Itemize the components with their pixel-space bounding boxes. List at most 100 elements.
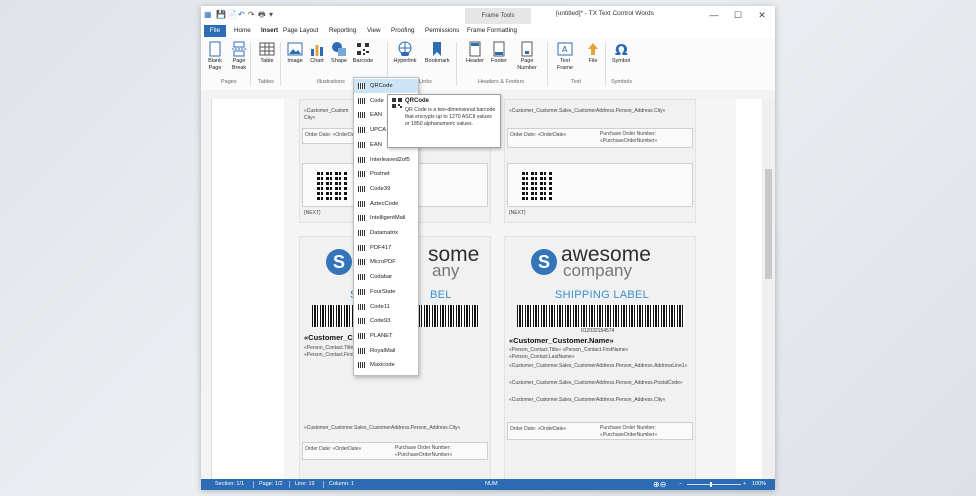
contact-field: «Person_Contact.Title» «Person_Contact.F…: [509, 347, 629, 353]
barcode-type-icon: [358, 274, 365, 281]
barcode-menu-item-code93[interactable]: Code93: [354, 314, 418, 328]
header-button[interactable]: Header: [463, 41, 487, 65]
barcode-type-icon: [358, 347, 365, 354]
tab-frame-formatting[interactable]: Frame Formatting: [467, 25, 517, 37]
barcode-menu-item-codabar[interactable]: Codabar: [354, 270, 418, 284]
file-icon: [588, 43, 598, 55]
purchase-order-field: Purchase Order Number: «PurchaseOrderNum…: [395, 445, 453, 458]
logo-text-company: company: [563, 261, 632, 280]
group-separator: [547, 42, 548, 86]
zoom-level[interactable]: 100%: [752, 479, 766, 490]
barcode-type-icon: [358, 332, 365, 339]
barcode-menu-item-pdf417[interactable]: PDF417: [354, 241, 418, 255]
barcode-menu-item-code11[interactable]: Code11: [354, 300, 418, 314]
tab-proofing[interactable]: Proofing: [391, 25, 414, 37]
order-date-field: Order Date: «OrderDate»: [510, 426, 567, 432]
tab-home[interactable]: Home: [234, 25, 251, 37]
barcode-icon: [356, 42, 370, 56]
vertical-scrollbar[interactable]: [762, 99, 775, 479]
qrcode-icon: [392, 98, 402, 108]
barcode-menu-item-fourstate[interactable]: FourState: [354, 285, 418, 299]
tab-file[interactable]: File: [204, 25, 226, 37]
zoom-out-icon[interactable]: −: [679, 479, 682, 490]
app-window: ▦ 💾 📄 ↶ ↷ 🖶 ▾ Frame Tools [untitled]* - …: [201, 6, 775, 490]
image-button[interactable]: Image: [283, 41, 307, 65]
table-button[interactable]: Table: [255, 41, 279, 65]
barcode-menu-item-micropdf[interactable]: MicroPDF: [354, 255, 418, 269]
barcode-menu-item-royalmail[interactable]: RoyalMail: [354, 344, 418, 358]
tab-permissions[interactable]: Permissions: [425, 25, 459, 37]
barcode-menu-item-qrcode[interactable]: QRCode: [354, 79, 418, 94]
tab-page-layout[interactable]: Page Layout: [283, 25, 318, 37]
hyperlink-button[interactable]: Hyperlink: [393, 41, 417, 65]
barcode-menu-item-label: PDF417: [370, 244, 392, 251]
city-field: «Customer_Customer.Sales_CustomerAddress…: [304, 425, 461, 431]
status-line: Line: 19: [295, 481, 315, 487]
barcode-type-icon: [358, 156, 365, 163]
group-separator: [605, 42, 606, 86]
barcode-menu-item-postnet[interactable]: Postnet: [354, 167, 418, 181]
customize-quick-access-icon[interactable]: ▾: [269, 10, 273, 20]
shape-button[interactable]: Shape: [327, 41, 351, 65]
close-button[interactable]: ✕: [751, 8, 773, 22]
chart-button[interactable]: Chart: [305, 41, 329, 65]
scrollbar-thumb[interactable]: [765, 169, 772, 279]
barcode-menu-item-datamatrix[interactable]: Datamatrix: [354, 226, 418, 240]
file-button[interactable]: File: [581, 41, 605, 65]
barcode-type-icon: [358, 259, 365, 266]
barcode-type-icon: [358, 200, 365, 207]
barcode-menu-item-label: Code: [370, 97, 384, 104]
group-label-tables: Tables: [258, 79, 274, 85]
menu-bar: File Home Insert Page Layout Reporting V…: [201, 24, 775, 38]
zoom-slider-thumb[interactable]: [710, 482, 712, 487]
tab-reporting[interactable]: Reporting: [329, 25, 356, 37]
barcode-menu-item-label: EAN: [370, 112, 382, 119]
barcode-menu-item-intelligentmail[interactable]: IntelligentMail: [354, 211, 418, 225]
barcode-menu-item-maxicode[interactable]: Maxicode: [354, 358, 418, 372]
print-icon[interactable]: 🖶: [258, 10, 266, 20]
chart-icon: [311, 45, 323, 56]
barcode-menu-item-planet[interactable]: PLANET: [354, 329, 418, 343]
bookmark-icon: [433, 42, 441, 56]
tab-view[interactable]: View: [367, 25, 381, 37]
barcode-type-icon: [358, 112, 365, 119]
order-info-box: Order Date: «OrderDate» Purchase Order N…: [507, 422, 693, 440]
barcode-type-icon: [358, 288, 365, 295]
barcode-menu-item-azteccode[interactable]: AztecCode: [354, 197, 418, 211]
barcode-number: 012032154574: [581, 328, 615, 334]
blank-page-button[interactable]: Blank Page: [203, 41, 227, 71]
minimize-button[interactable]: —: [703, 8, 725, 22]
address-field: «Customer_Customer.Sales_CustomerAddress…: [509, 108, 666, 114]
zoom-slider[interactable]: [687, 484, 741, 485]
text-frame-button[interactable]: A Text Frame: [553, 41, 577, 71]
symbol-button[interactable]: Ω Symbol: [609, 41, 633, 65]
bookmark-button[interactable]: Bookmark: [425, 41, 450, 65]
barcode-menu-item-label: Codabar: [370, 274, 393, 281]
page-number-button[interactable]: Page Number: [515, 41, 539, 71]
tooltip-title: QRCode: [405, 98, 429, 104]
next-field: {NEXT}: [509, 210, 526, 216]
undo-icon[interactable]: ↶: [238, 10, 245, 20]
header-icon: [469, 41, 481, 57]
frame-tools-context-tab: Frame Tools: [465, 8, 531, 24]
save-icon[interactable]: 💾: [216, 10, 226, 20]
view-mode-icon[interactable]: ⊕⊖: [653, 479, 666, 490]
document-canvas[interactable]: «Customer_Custom City» Order Date: «Orde…: [212, 99, 762, 479]
barcode-button[interactable]: Barcode: [351, 41, 375, 65]
barcode-type-icon: [358, 127, 365, 134]
vertical-ruler[interactable]: [201, 99, 212, 479]
qrcode-tooltip: QRCode QR Code is a two-dimensional barc…: [387, 94, 501, 148]
new-document-icon[interactable]: 📄: [227, 10, 237, 20]
barcode-type-icon: [358, 362, 365, 369]
redo-icon[interactable]: ↷: [248, 10, 255, 20]
barcode-menu-item-interleaved2of5[interactable]: Interleaved2of5: [354, 153, 418, 167]
maximize-button[interactable]: ☐: [727, 8, 749, 22]
city-field: City»: [304, 115, 316, 121]
barcode-menu-item-code39[interactable]: Code39: [354, 182, 418, 196]
footer-button[interactable]: Footer: [487, 41, 511, 65]
tab-insert[interactable]: Insert: [261, 25, 278, 37]
symbol-icon: Ω: [615, 41, 628, 57]
zoom-in-icon[interactable]: +: [743, 479, 746, 490]
page-break-button[interactable]: Page Break: [227, 41, 251, 71]
group-label-text: Text: [571, 79, 582, 85]
